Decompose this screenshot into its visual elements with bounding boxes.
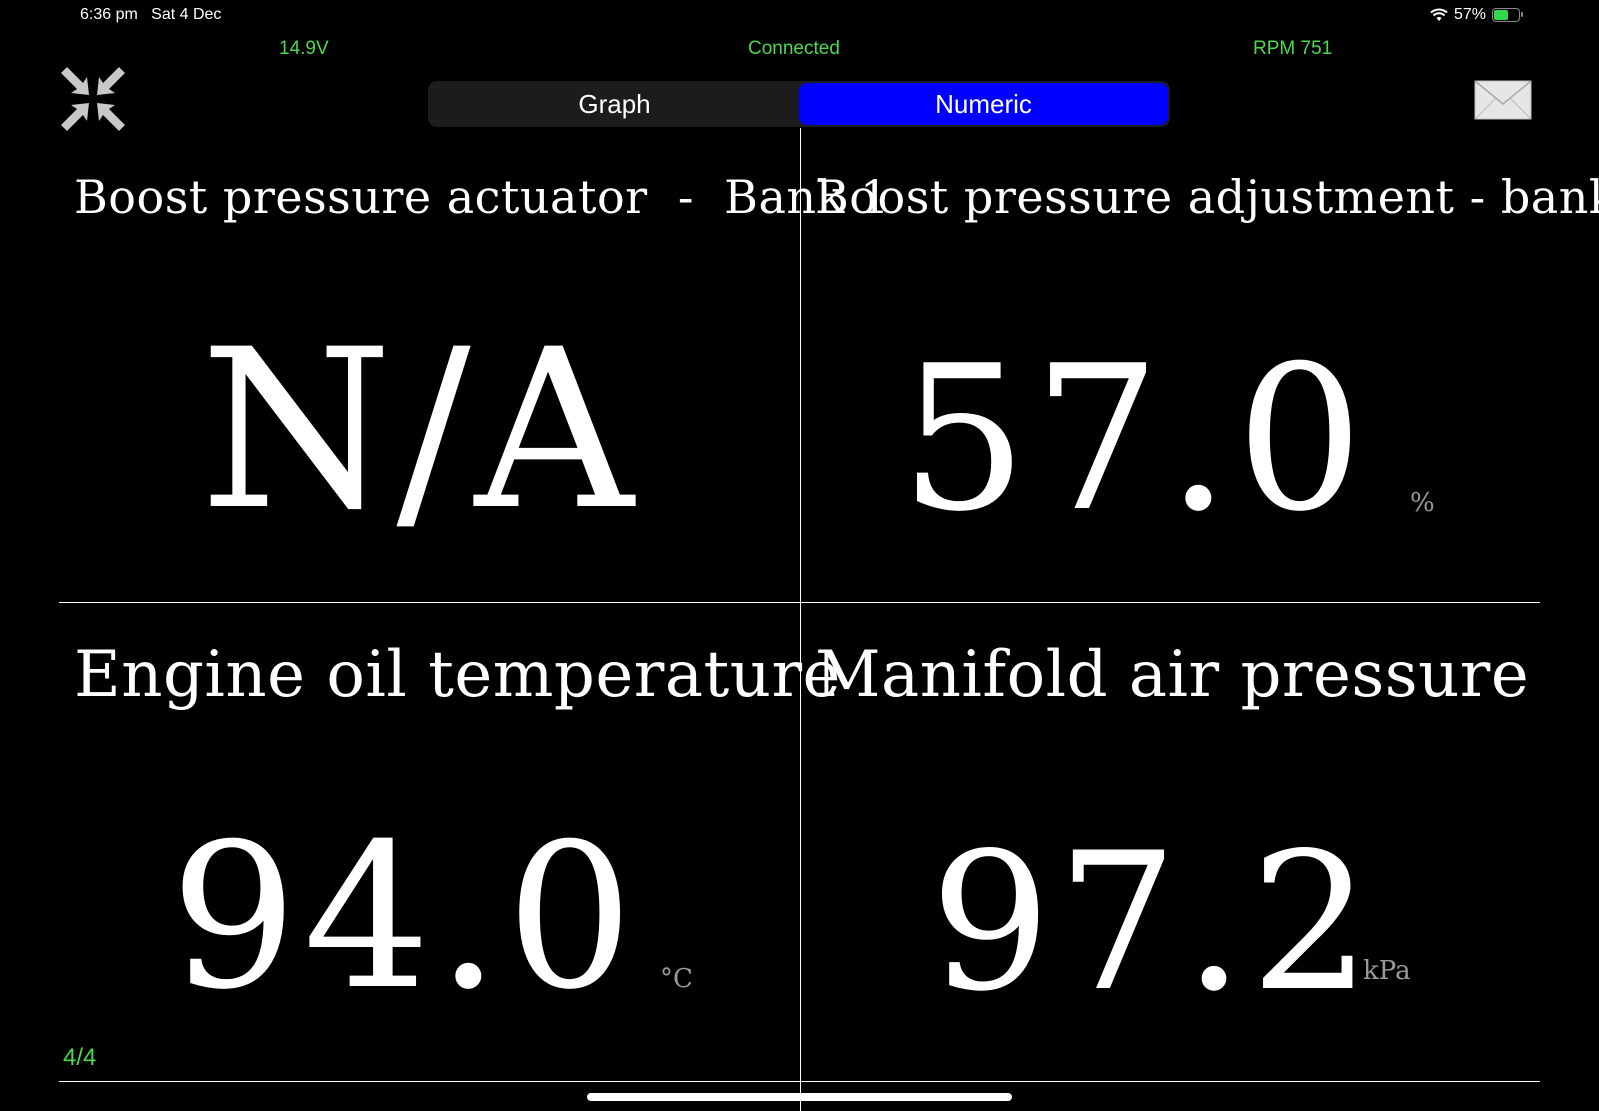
- battery-percent: 57%: [1453, 6, 1486, 23]
- tile-value-oil-temp: 94.0: [170, 801, 640, 1034]
- battery-charging-icon: [1492, 8, 1523, 22]
- status-time: 6:36 pm: [80, 6, 138, 23]
- status-bar-indicators: 57%: [1430, 6, 1523, 24]
- view-mode-segmented-control[interactable]: Graph Numeric: [428, 81, 1170, 127]
- tile-title-manifold-pressure: Manifold air pressure: [815, 638, 1530, 712]
- mail-envelope-icon[interactable]: [1474, 80, 1532, 120]
- tile-title-boost-adjustment: Boost pressure adjustment - bank 0: [815, 170, 1599, 224]
- voltage-readout: 14.9V: [279, 38, 329, 59]
- tile-unit-oil-temp: °C: [660, 964, 693, 994]
- status-bar-datetime: 6:36 pm Sat 4 Dec: [80, 6, 221, 24]
- grid-divider-horizontal: [59, 602, 1540, 603]
- connection-status: Connected: [748, 38, 840, 59]
- wifi-icon: [1430, 8, 1448, 21]
- tab-graph[interactable]: Graph: [430, 83, 799, 125]
- battery-level-fill: [1494, 10, 1508, 20]
- tile-title-boost-actuator: Boost pressure actuator - Bank 1: [74, 170, 890, 224]
- home-indicator-bar[interactable]: [587, 1093, 1012, 1101]
- tile-unit-manifold-pressure: kPa: [1363, 956, 1411, 986]
- tile-unit-boost-adjustment: %: [1410, 488, 1435, 518]
- grid-divider-vertical: [800, 128, 801, 1111]
- status-date: Sat 4 Dec: [151, 6, 222, 23]
- rpm-readout: RPM 751: [1253, 38, 1333, 59]
- grid-divider-bottom: [59, 1081, 1540, 1082]
- tile-value-manifold-pressure: 97.2: [930, 812, 1378, 1033]
- tile-value-boost-actuator: N/A: [200, 302, 638, 558]
- page-indicator: 4/4: [63, 1044, 97, 1071]
- tile-title-oil-temp: Engine oil temperature: [74, 638, 841, 712]
- tile-value-boost-adjustment: 57.0: [900, 323, 1370, 556]
- collapse-arrows-icon[interactable]: [57, 63, 129, 135]
- tab-numeric[interactable]: Numeric: [799, 83, 1168, 125]
